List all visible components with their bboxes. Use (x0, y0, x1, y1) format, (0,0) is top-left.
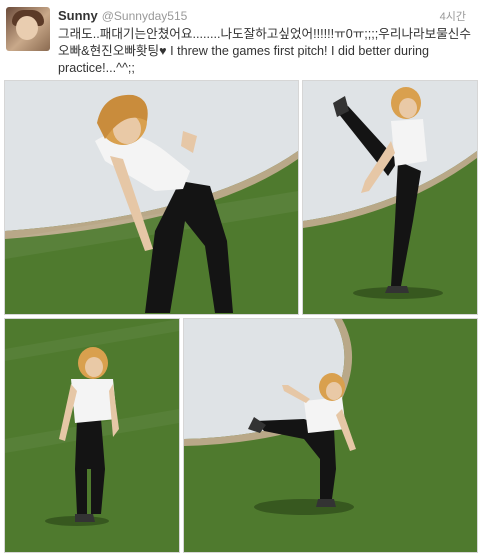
avatar-face (16, 16, 38, 40)
photo-standing[interactable] (4, 318, 180, 553)
timestamp[interactable]: 4시간 (440, 8, 466, 24)
tweet-text: 그래도..패대기는안쳤어요........나도잘하고싶었어!!!!!!ㅠ0ㅠ;;… (58, 27, 471, 75)
photo-high-kick[interactable] (302, 80, 478, 315)
display-name[interactable]: Sunny (58, 8, 98, 23)
tweet-header: Sunny @Sunnyday515 4시간 (58, 7, 472, 25)
photo-bending[interactable] (4, 80, 299, 315)
tweet-card: Sunny @Sunnyday515 4시간 그래도..패대기는안쳤어요.....… (0, 0, 480, 556)
avatar[interactable] (6, 7, 50, 51)
photo-throwing[interactable] (183, 318, 478, 553)
user-handle[interactable]: @Sunnyday515 (102, 9, 188, 23)
